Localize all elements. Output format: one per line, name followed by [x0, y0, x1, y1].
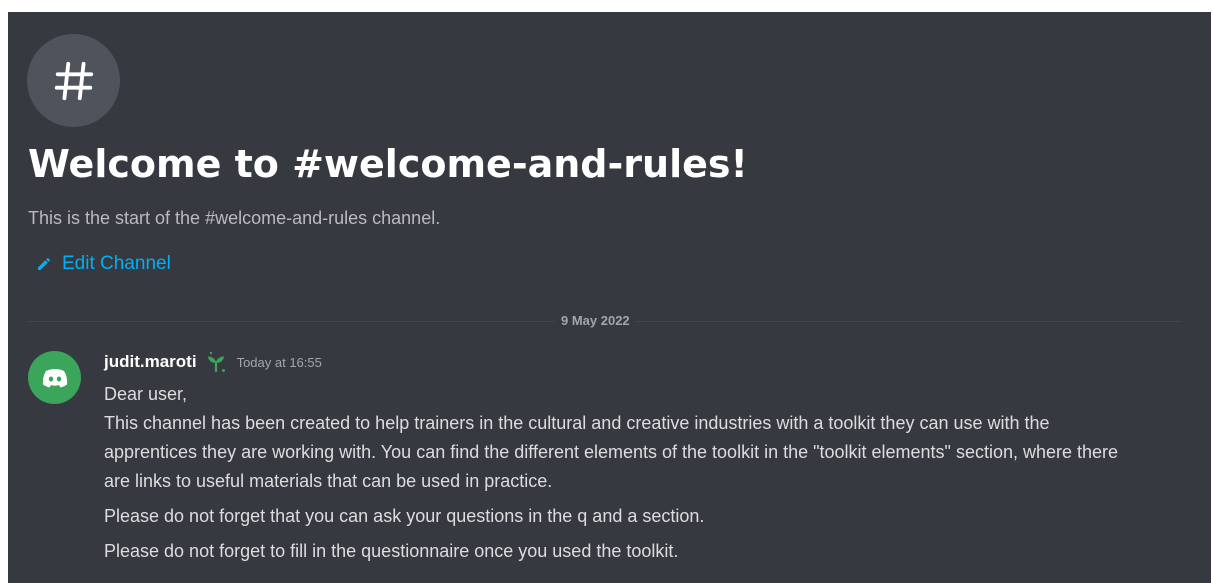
- edit-channel-label: Edit Channel: [62, 253, 171, 274]
- sprout-badge: [204, 351, 228, 373]
- date-divider-label: 9 May 2022: [555, 313, 636, 328]
- message-line-intro: This channel has been created to help tr…: [104, 413, 1119, 491]
- welcome-title: Welcome to #welcome-and-rules!: [28, 142, 748, 186]
- message-line-questionnaire: Please do not forget to fill in the ques…: [104, 541, 679, 561]
- message-line-qa: Please do not forget that you can ask yo…: [104, 506, 705, 526]
- message-header: judit.maroti Today at 16:55: [104, 351, 322, 373]
- channel-icon: [27, 34, 120, 127]
- chat-panel: Welcome to #welcome-and-rules! This is t…: [8, 12, 1211, 583]
- message-content: Dear user, This channel has been created…: [104, 380, 1124, 566]
- edit-channel-button[interactable]: Edit Channel: [36, 253, 171, 275]
- message-timestamp: Today at 16:55: [236, 354, 322, 370]
- avatar[interactable]: [28, 351, 81, 404]
- discord-logo-icon: [42, 368, 67, 387]
- welcome-subtitle: This is the start of the #welcome-and-ru…: [28, 208, 441, 228]
- message-line-greeting: Dear user,: [104, 384, 188, 404]
- message-author[interactable]: judit.maroti: [104, 352, 197, 372]
- pencil-icon: [38, 257, 51, 270]
- sprout-icon: [207, 351, 225, 373]
- hash-icon: [54, 61, 93, 100]
